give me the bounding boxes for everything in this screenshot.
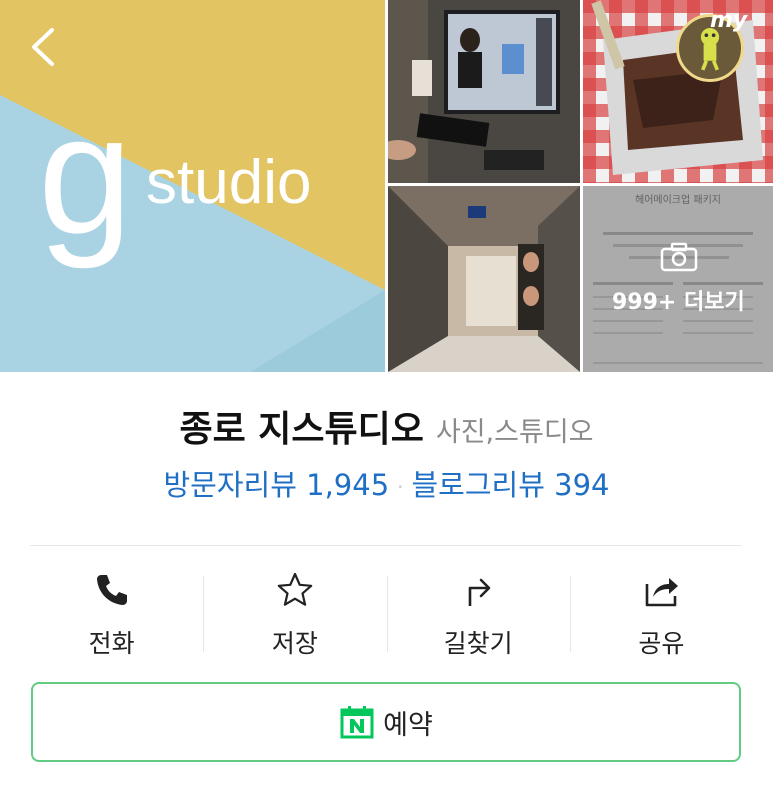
place-name: 종로 지스튜디오: [179, 409, 424, 450]
review-summary: 방문자리뷰 1,945 · 블로그리뷰 394: [0, 462, 773, 504]
photo-thumb-hallway[interactable]: [388, 186, 580, 372]
reserve-button[interactable]: 예약: [31, 682, 741, 762]
directions-label: 길찾기: [443, 629, 513, 658]
studio-logo-letter: g: [38, 80, 133, 270]
call-button[interactable]: 전화: [20, 570, 203, 658]
chevron-left-icon: [32, 28, 54, 66]
camera-icon: [660, 242, 698, 272]
back-button[interactable]: [22, 22, 66, 72]
action-bar: 전화 저장 길찾기 공유: [20, 570, 753, 658]
save-button[interactable]: 저장: [203, 570, 386, 658]
phone-icon: [96, 575, 127, 605]
photo-gallery: g studio 헤어메이크업 패키지 my 999+ 더보기: [0, 0, 773, 372]
share-button[interactable]: 공유: [569, 570, 753, 658]
star-icon: [277, 572, 313, 606]
directions-button[interactable]: 길찾기: [386, 570, 570, 658]
hallway-photo: [388, 186, 580, 372]
place-title-row: 종로 지스튜디오 사진,스튜디오: [0, 400, 773, 452]
review-separator: ·: [397, 475, 404, 499]
share-label: 공유: [638, 629, 685, 658]
more-photos-button[interactable]: [583, 186, 773, 372]
share-icon: [646, 578, 679, 607]
place-category: 사진,스튜디오: [435, 417, 594, 448]
section-divider: [30, 545, 742, 546]
workstation-photo: [388, 0, 580, 183]
call-label: 전화: [88, 629, 135, 658]
reserve-label: 예약: [383, 709, 433, 741]
blog-review-link[interactable]: 블로그리뷰 394: [412, 468, 610, 502]
studio-logo-word: studio: [146, 148, 312, 217]
visitor-review-link[interactable]: 방문자리뷰 1,945: [164, 468, 390, 502]
directions-icon: [468, 578, 491, 606]
more-photos-label: 999+ 더보기: [612, 290, 745, 315]
photo-thumb-workstation[interactable]: [388, 0, 580, 183]
save-label: 저장: [271, 629, 318, 658]
my-badge-label: my: [710, 8, 748, 33]
naver-booking-icon: [340, 706, 374, 739]
